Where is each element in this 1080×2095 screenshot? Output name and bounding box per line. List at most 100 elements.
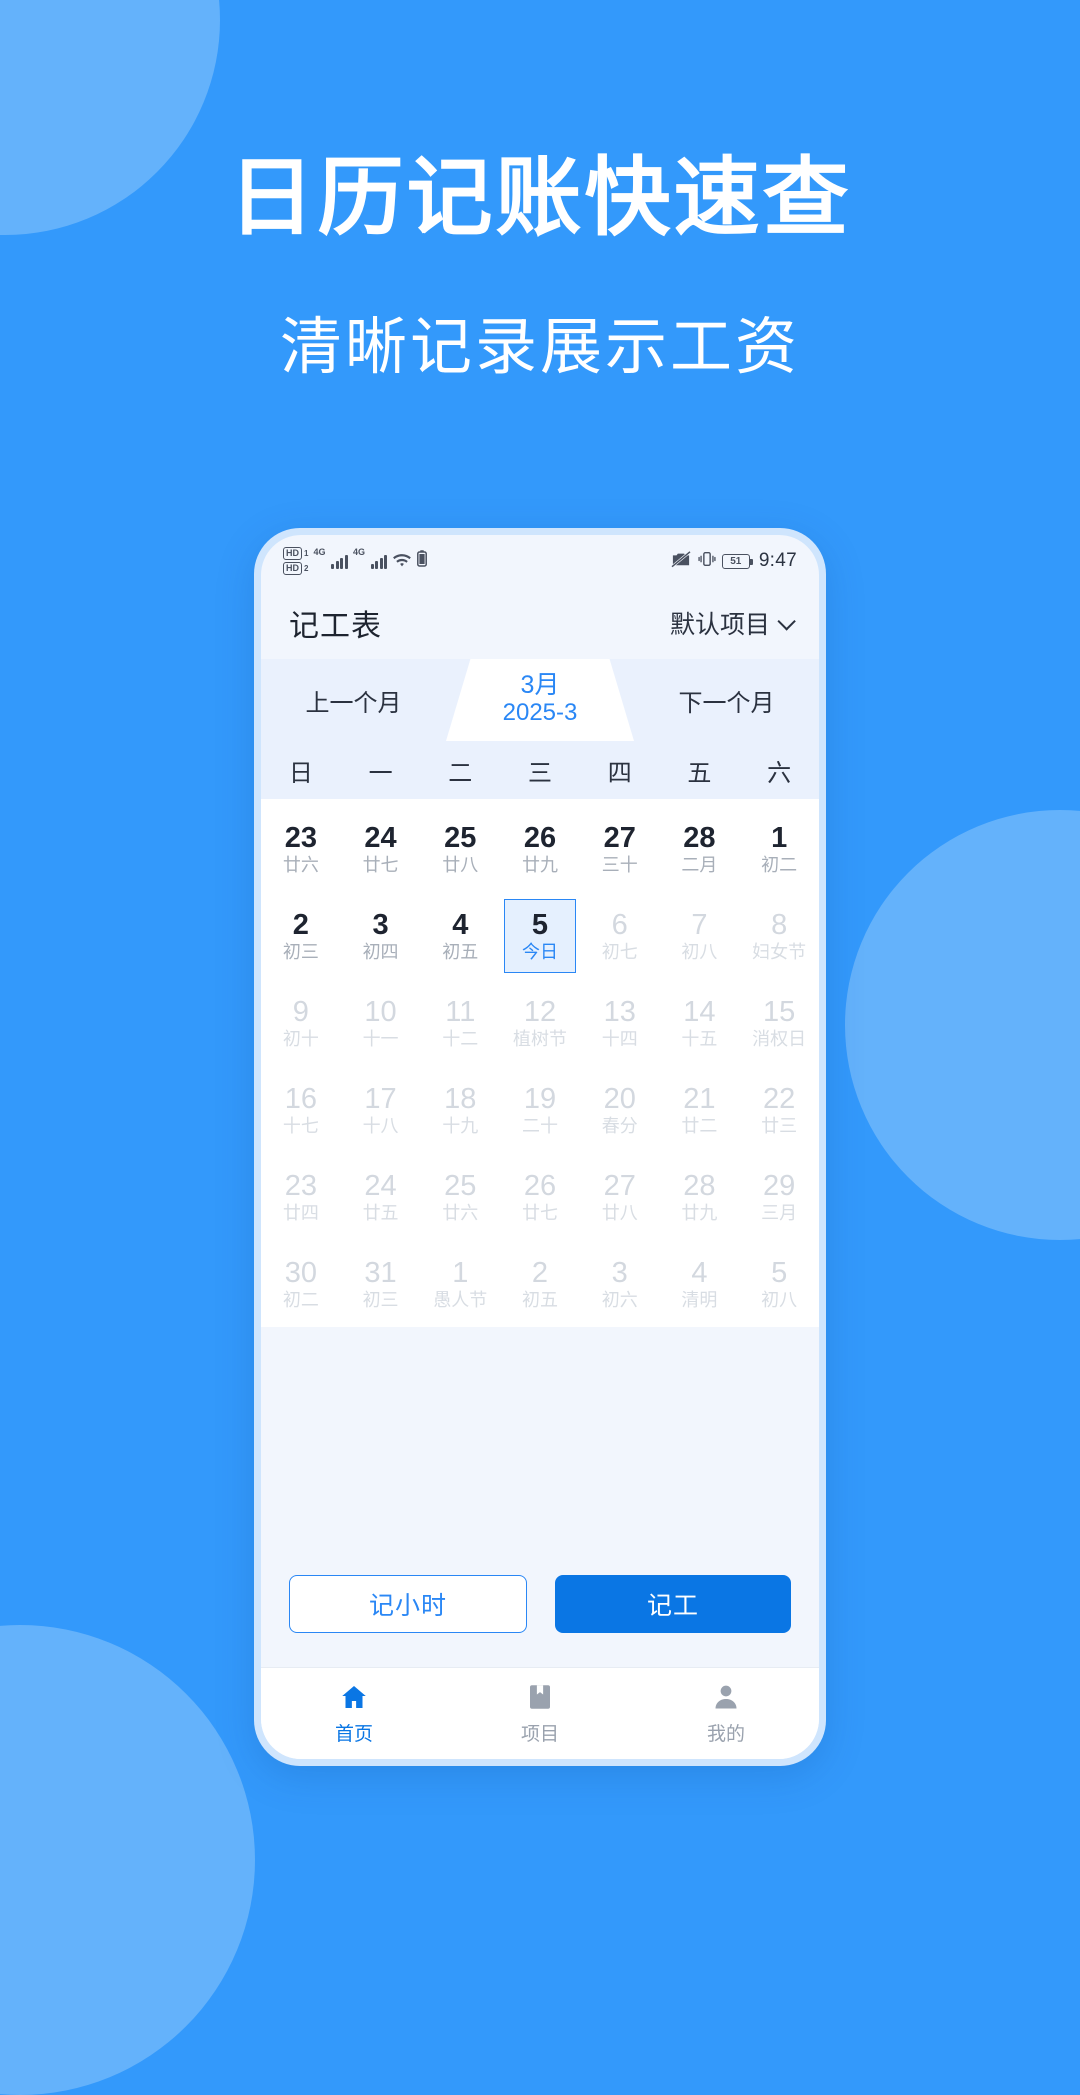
project-selector[interactable]: 默认项目 <box>670 605 796 641</box>
day-number: 14 <box>683 995 716 1028</box>
day-lunar-label: 廿七 <box>362 854 399 875</box>
calendar-day-cell[interactable]: 27 廿八 <box>580 1153 660 1240</box>
calendar-day-cell[interactable]: 12 植树节 <box>500 979 580 1066</box>
weekday-label-4: 四 <box>607 759 632 787</box>
day-number: 24 <box>364 821 397 854</box>
app-title: 记工表 <box>289 610 382 643</box>
calendar-day-cell[interactable]: 24 廿七 <box>341 805 421 892</box>
hd-badge-2: HD <box>283 562 302 575</box>
calendar-day-cell[interactable]: 21 廿二 <box>660 1066 740 1153</box>
calendar-day-cell[interactable]: 1 初二 <box>739 805 819 892</box>
tab-item-2[interactable]: 我的 <box>633 1682 819 1746</box>
weekday-label-6: 六 <box>767 759 792 787</box>
day-lunar-label: 初八 <box>761 1289 798 1310</box>
day-number: 30 <box>284 1256 317 1289</box>
vibrate-icon <box>698 550 716 573</box>
tab-item-1[interactable]: 项目 <box>447 1682 633 1746</box>
calendar-grid: 23 廿六 24 廿七 25 廿八 26 廿九 27 三十 28 二月 1 初二 2 初三 3 初四 4 初五 5 今日 6… <box>261 799 819 1327</box>
next-month-button[interactable]: 下一个月 <box>634 659 819 741</box>
day-lunar-label: 十七 <box>282 1115 319 1136</box>
day-number: 28 <box>683 1169 716 1202</box>
day-lunar-label: 廿八 <box>442 854 479 875</box>
calendar-day-cell[interactable]: 11 十二 <box>420 979 500 1066</box>
calendar-day-cell[interactable]: 2 初三 <box>261 892 341 979</box>
day-number: 6 <box>611 908 628 941</box>
day-lunar-label: 十一 <box>362 1028 399 1049</box>
battery-level-badge: 51 <box>721 553 753 569</box>
tab-item-0[interactable]: 首页 <box>261 1682 447 1746</box>
calendar-day-cell[interactable]: 2 初五 <box>500 1240 580 1327</box>
calendar-day-cell[interactable]: 30 初二 <box>261 1240 341 1327</box>
calendar-day-cell[interactable]: 4 初五 <box>420 892 500 979</box>
signal-bars-2-icon <box>370 553 388 569</box>
hd-sim-index-1: 1 <box>304 549 309 558</box>
calendar-day-cell[interactable]: 5 初八 <box>739 1240 819 1327</box>
calendar-day-cell[interactable]: 18 十九 <box>420 1066 500 1153</box>
day-number: 21 <box>683 1082 716 1115</box>
background-blob-right <box>845 810 1080 1240</box>
calendar-day-cell[interactable]: 14 十五 <box>660 979 740 1066</box>
day-number: 25 <box>444 821 477 854</box>
calendar-day-cell[interactable]: 27 三十 <box>580 805 660 892</box>
calendar-day-cell[interactable]: 10 十一 <box>341 979 421 1066</box>
calendar-day-cell[interactable]: 20 春分 <box>580 1066 660 1153</box>
calendar-day-cell[interactable]: 23 廿六 <box>261 805 341 892</box>
phone-screen: HD 1 HD 2 4G 4G 51 9:47 记工表 默认项目 上一个月 3月… <box>261 535 819 1759</box>
calendar-day-cell[interactable]: 6 初七 <box>580 892 660 979</box>
day-number: 5 <box>771 1256 788 1289</box>
day-number: 22 <box>763 1082 796 1115</box>
day-lunar-label: 初二 <box>761 854 798 875</box>
record-hours-button[interactable]: 记小时 <box>289 1575 527 1633</box>
calendar-day-cell[interactable]: 3 初四 <box>341 892 421 979</box>
record-work-button[interactable]: 记工 <box>555 1575 791 1633</box>
calendar-day-cell[interactable]: 7 初八 <box>660 892 740 979</box>
day-lunar-label: 清明 <box>681 1289 718 1310</box>
day-lunar-label: 初七 <box>601 941 638 962</box>
calendar-day-cell[interactable]: 13 十四 <box>580 979 660 1066</box>
day-number: 17 <box>364 1082 397 1115</box>
day-number: 2 <box>531 1256 549 1289</box>
calendar-day-cell[interactable]: 5 今日 <box>500 892 580 979</box>
calendar-day-cell[interactable]: 3 初六 <box>580 1240 660 1327</box>
signal-bars-1-icon <box>331 553 348 569</box>
day-lunar-label: 廿三 <box>761 1115 798 1136</box>
calendar-day-cell[interactable]: 4 清明 <box>660 1240 740 1327</box>
calendar-day-cell[interactable]: 19 二十 <box>500 1066 580 1153</box>
calendar-day-cell[interactable]: 15 消权日 <box>739 979 819 1066</box>
calendar-day-cell[interactable]: 25 廿六 <box>420 1153 500 1240</box>
page-subtitle: 清晰记录展示工资 <box>279 313 800 383</box>
calendar-day-cell[interactable]: 29 三月 <box>739 1153 819 1240</box>
calendar-day-cell[interactable]: 17 十八 <box>341 1066 421 1153</box>
calendar-day-cell[interactable]: 1 愚人节 <box>420 1240 500 1327</box>
tab-item-label: 我的 <box>706 1723 745 1745</box>
calendar-day-cell[interactable]: 26 廿七 <box>500 1153 580 1240</box>
calendar-day-cell[interactable]: 16 十七 <box>261 1066 341 1153</box>
day-number: 18 <box>444 1082 477 1115</box>
day-lunar-label: 廿九 <box>521 854 558 875</box>
day-number: 20 <box>603 1082 636 1115</box>
day-lunar-label: 廿八 <box>601 1202 638 1223</box>
calendar-day-cell[interactable]: 26 廿九 <box>500 805 580 892</box>
calendar-day-cell[interactable]: 9 初十 <box>261 979 341 1066</box>
calendar-day-cell[interactable]: 23 廿四 <box>261 1153 341 1240</box>
day-number: 19 <box>523 1082 557 1115</box>
current-month-tab[interactable]: 3月 2025-3 <box>446 659 634 741</box>
day-number: 4 <box>691 1256 708 1289</box>
day-number: 5 <box>531 908 549 941</box>
day-lunar-label: 廿六 <box>282 854 319 875</box>
calendar-day-cell[interactable]: 24 廿五 <box>341 1153 421 1240</box>
prev-month-button[interactable]: 上一个月 <box>261 659 446 741</box>
calendar-day-cell[interactable]: 31 初三 <box>341 1240 421 1327</box>
day-number: 23 <box>284 821 317 854</box>
calendar-day-cell[interactable]: 8 妇女节 <box>739 892 819 979</box>
day-lunar-label: 今日 <box>521 941 558 962</box>
calendar-day-cell[interactable]: 28 二月 <box>660 805 740 892</box>
calendar-day-cell[interactable]: 25 廿八 <box>420 805 500 892</box>
home-icon <box>339 1682 369 1712</box>
background-blob-bottom-left <box>0 1625 255 2095</box>
calendar-day-cell[interactable]: 22 廿三 <box>739 1066 819 1153</box>
day-lunar-label: 十八 <box>362 1115 399 1136</box>
calendar-day-cell[interactable]: 28 廿九 <box>660 1153 740 1240</box>
tab-item-label: 首页 <box>334 1723 373 1745</box>
page-title: 日历记账快速查 <box>228 150 852 246</box>
